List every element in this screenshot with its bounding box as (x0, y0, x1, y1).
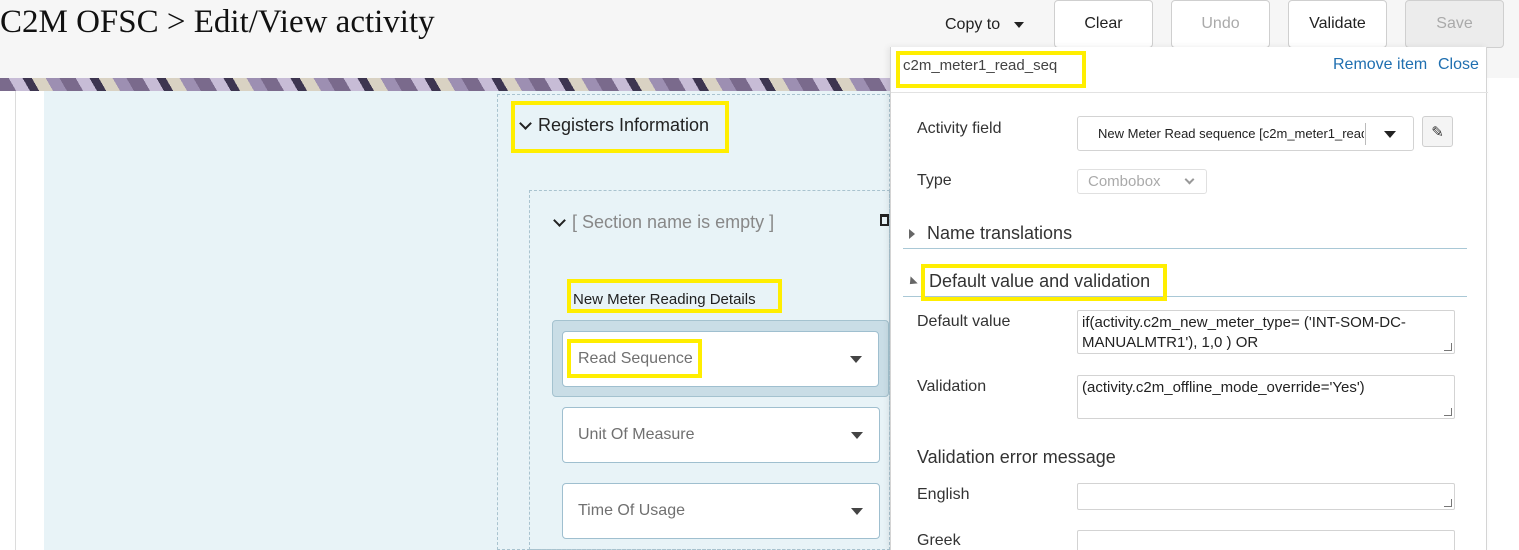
field-label: Unit Of Measure (578, 426, 695, 443)
clear-button[interactable]: Clear (1054, 0, 1153, 48)
resize-handle-icon[interactable] (1444, 408, 1452, 416)
caret-down-icon (1014, 22, 1025, 28)
copy-to-dropdown[interactable]: Copy to (945, 14, 1025, 36)
group-title: Registers Information (538, 115, 710, 135)
validation-label: Validation (917, 378, 987, 395)
close-link[interactable]: Close (1438, 56, 1479, 74)
default-value-input[interactable]: if(activity.c2m_new_meter_type= ('INT-SO… (1077, 310, 1455, 354)
type-select[interactable]: Combobox (1077, 169, 1207, 194)
page-title: C2M OFSC > Edit/View activity (0, 4, 435, 40)
activity-field-label: Activity field (917, 120, 1002, 137)
subsection-label: New Meter Reading Details (573, 291, 756, 308)
section-title: [ Section name is empty ] (572, 212, 775, 232)
validation-input[interactable]: (activity.c2m_offline_mode_override='Yes… (1077, 375, 1455, 419)
name-translations-toggle[interactable]: Name translations (903, 219, 1467, 249)
section-icon[interactable] (880, 214, 889, 226)
default-validation-title: Default value and validation (929, 271, 1151, 291)
undo-button[interactable]: Undo (1171, 0, 1270, 48)
resize-handle-icon[interactable] (1444, 499, 1452, 507)
divider (1365, 123, 1366, 145)
triangle-down-icon (906, 275, 918, 288)
properties-panel: c2m_meter1_read_seq Remove item Close Ac… (890, 47, 1488, 550)
field-unit-of-measure[interactable]: Unit Of Measure (562, 407, 880, 463)
validation-error-title: Validation error message (917, 447, 1116, 467)
english-label: English (917, 486, 970, 503)
validation-text: (activity.c2m_offline_mode_override='Yes… (1082, 379, 1365, 396)
field-read-sequence[interactable]: Read Sequence (562, 331, 879, 387)
chevron-down-icon (1184, 174, 1195, 185)
section-header[interactable]: [ Section name is empty ] (553, 212, 775, 233)
type-label: Type (917, 172, 952, 189)
pencil-icon: ✎ (1431, 123, 1444, 141)
english-input[interactable] (1077, 483, 1455, 510)
decorative-banner (0, 78, 890, 91)
type-value: Combobox (1088, 173, 1161, 190)
default-value-text: if(activity.c2m_new_meter_type= ('INT-SO… (1082, 314, 1406, 351)
triangle-right-icon (909, 228, 915, 239)
chevron-down-icon (519, 116, 532, 130)
caret-down-icon (1384, 131, 1396, 138)
activity-field-value: New Meter Read sequence [c2m_meter1_read… (1098, 126, 1364, 141)
caret-down-icon (851, 432, 863, 439)
validate-button[interactable]: Validate (1288, 0, 1387, 48)
copy-to-label: Copy to (945, 16, 1001, 33)
field-label: Read Sequence (578, 350, 693, 367)
greek-input[interactable] (1077, 530, 1455, 550)
divider (15, 91, 16, 550)
caret-down-icon (851, 508, 863, 515)
group-header[interactable]: Registers Information (519, 115, 710, 136)
default-value-label: Default value (917, 313, 1011, 330)
element-id: c2m_meter1_read_seq (903, 57, 1058, 74)
chevron-down-icon (553, 213, 566, 227)
panel-header: c2m_meter1_read_seq Remove item Close (891, 47, 1488, 93)
save-button[interactable]: Save (1405, 0, 1504, 48)
caret-down-icon (850, 356, 862, 363)
remove-item-link[interactable]: Remove item (1333, 56, 1427, 74)
field-time-of-usage[interactable]: Time Of Usage (562, 483, 880, 539)
resize-handle-icon[interactable] (1444, 343, 1452, 351)
name-translations-title: Name translations (927, 223, 1073, 243)
activity-field-select[interactable]: New Meter Read sequence [c2m_meter1_read… (1077, 116, 1414, 151)
default-validation-toggle[interactable]: Default value and validation (903, 267, 1467, 297)
edit-pencil-button[interactable]: ✎ (1422, 116, 1453, 147)
greek-label: Greek (917, 532, 961, 549)
field-label: Time Of Usage (578, 502, 685, 519)
